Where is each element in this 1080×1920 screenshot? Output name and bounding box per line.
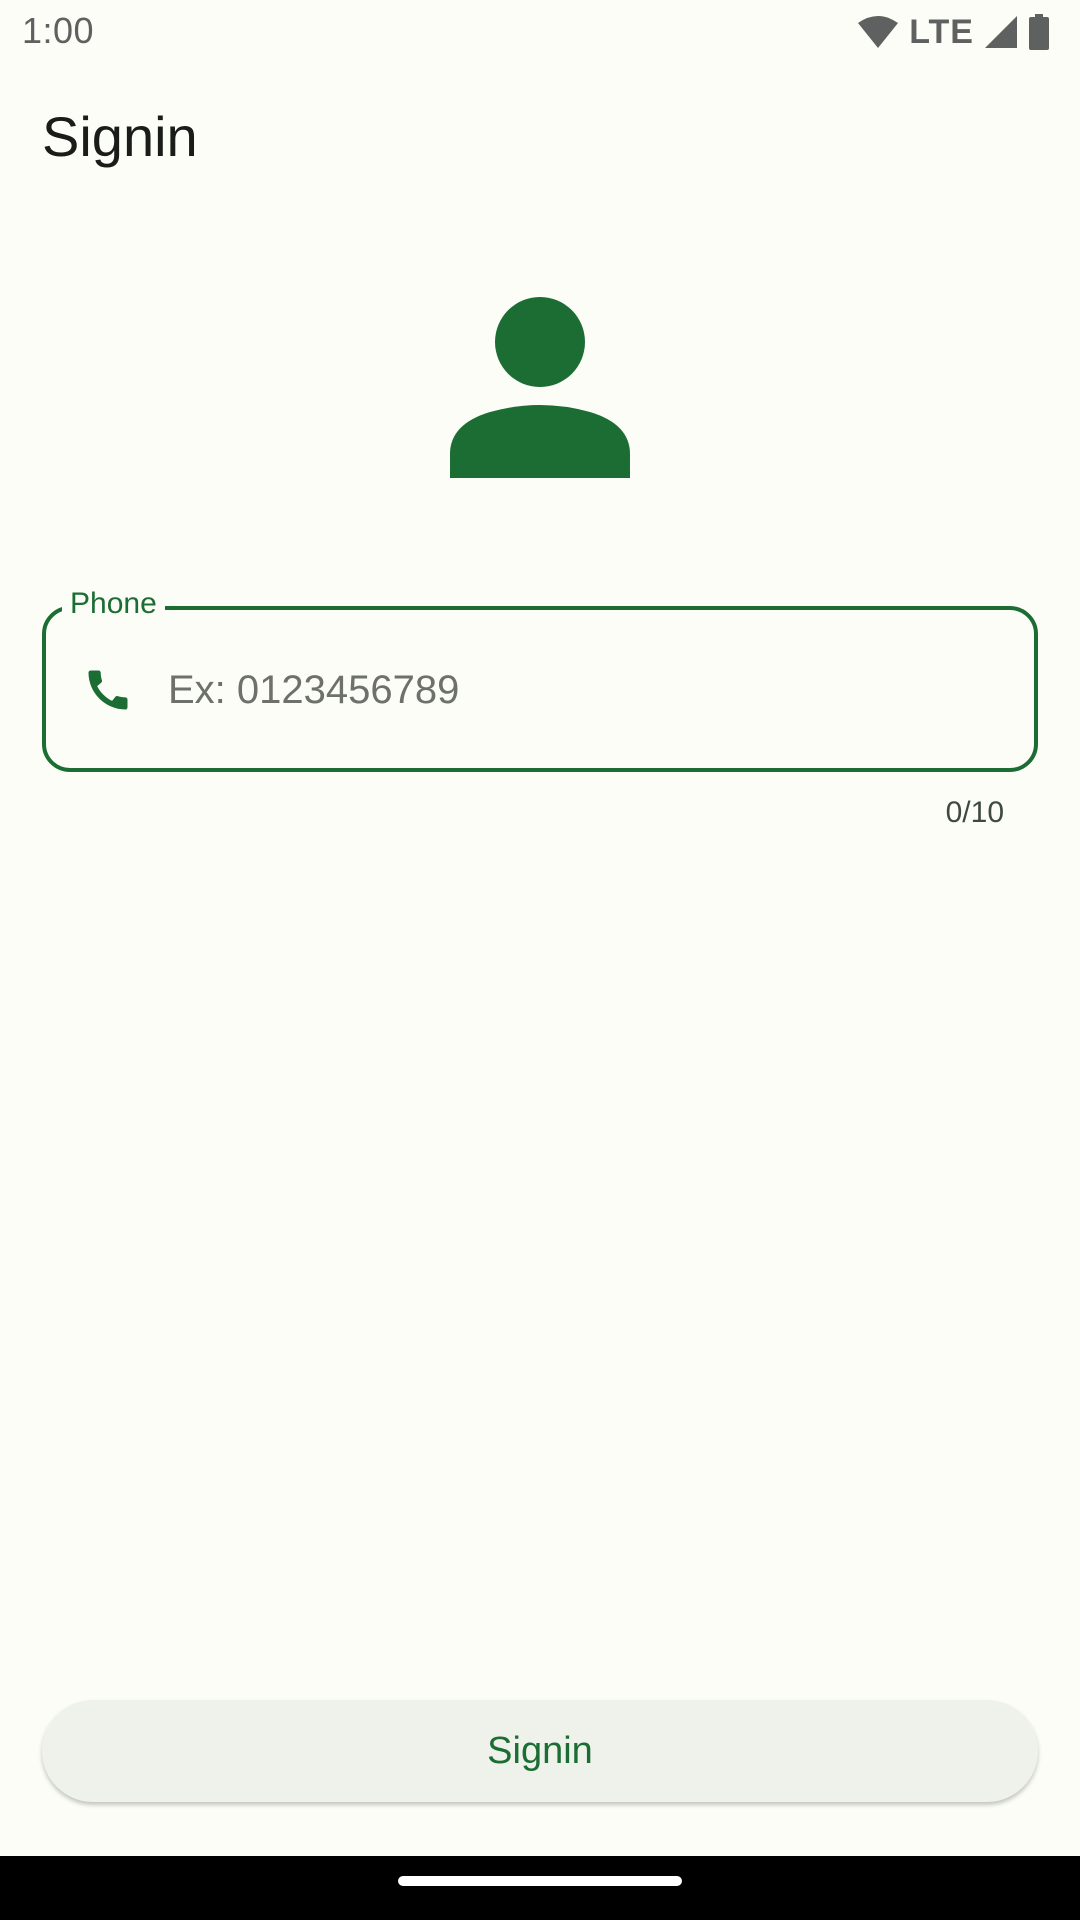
status-icons: LTE [857, 12, 1050, 52]
phone-char-counter: 0/10 [945, 796, 1004, 829]
wifi-icon [858, 16, 899, 48]
phone-icon [88, 670, 128, 710]
navigation-bar [0, 1856, 1080, 1920]
person-icon [450, 297, 630, 478]
cellular-signal-icon [985, 16, 1017, 48]
network-type-label: LTE [909, 12, 974, 51]
page-title: Signin [42, 105, 198, 168]
phone-field-label: Phone [62, 584, 165, 624]
signin-button[interactable]: Signin [42, 1700, 1038, 1802]
phone-input[interactable] [168, 650, 988, 730]
home-gesture-handle[interactable] [398, 1876, 682, 1886]
status-time: 1:00 [22, 10, 95, 51]
status-bar: 1:00 LTE [0, 0, 1080, 64]
phone-field[interactable]: Phone [42, 584, 1038, 772]
battery-icon [1029, 14, 1049, 50]
